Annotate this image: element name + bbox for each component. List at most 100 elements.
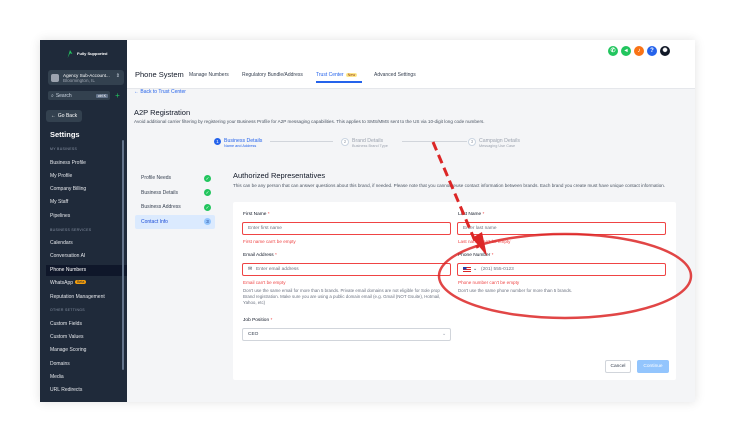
logo-text: Fully Supported [77,50,108,56]
first-name-label: First Name * [243,212,270,217]
first-name-error: First name can't be empty [243,239,296,244]
substep-label: Business Details [141,189,178,196]
chevron-down-icon[interactable]: ⌄ [473,267,477,272]
phone-icon[interactable]: ✆ [608,46,618,56]
back-to-trust-center-link[interactable]: ← Back to Trust Center [134,89,186,95]
last-name-label: Last Name * [458,212,485,217]
check-icon: ✓ [204,174,211,182]
substep-profile-needs[interactable]: Profile Needs ✓ [135,171,215,186]
step-subtitle: Messaging Use Case [479,144,516,148]
first-name-input[interactable]: Enter first name [242,222,451,235]
continue-button[interactable]: Continue [637,360,669,373]
sidebar-item-business-profile[interactable]: Business Profile [50,160,86,166]
substep-list: Profile Needs ✓ Business Details ✓ Busin… [135,171,215,229]
tab-trust-center[interactable]: Trust Center New [316,72,358,78]
sidebar-item-pipelines[interactable]: Pipelines [50,213,70,219]
phone-field[interactable]: ⌄ (201) 555-0123 [457,263,666,276]
stepper-step-3[interactable]: 3 Campaign Details Messaging Use Case [468,138,520,148]
email-error: Email can't be empty [243,280,286,285]
sidebar-item-conversation-ai[interactable]: Conversation AI [50,253,85,259]
sidebar-item-media[interactable]: Media [50,374,64,380]
nav-section-business-services: BUSINESS SERVICES [50,228,92,232]
sidebar-item-domains[interactable]: Domains [50,361,70,367]
back-link-label: Back to Trust Center [140,89,186,95]
sidebar-item-my-staff[interactable]: My Staff [50,199,68,205]
subnav-tabs: Phone System Manage Numbers Regulatory B… [127,70,695,89]
top-header: ✆ ◂ ♪ ? ✺ [127,40,695,71]
chevron-down-icon: ⌄ [441,332,446,337]
email-label: Email Address * [243,253,277,258]
substep-contact-info[interactable]: Contact Info 3 [135,214,215,229]
sidebar-item-phone-numbers[interactable]: Phone Numbers [50,267,86,273]
substep-label: Profile Needs [141,175,172,182]
search-shortcut: ctrl K [95,93,108,98]
beta-badge: Beta [75,280,87,284]
sidebar-item-whatsapp[interactable]: WhatsApp Beta [50,280,87,286]
sidebar-item-reputation-management[interactable]: Reputation Management [50,294,105,300]
form-title: Authorized Representatives [233,171,326,180]
account-location: Bloomington, IL [63,77,95,83]
sidebar-item-custom-fields[interactable]: Custom Fields [50,321,82,327]
substep-business-details[interactable]: Business Details ✓ [135,186,215,201]
last-name-error: Last name can't be empty [458,239,511,244]
nav-section-other-settings: OTHER SETTINGS [50,308,85,312]
stepper-line [402,141,467,142]
sidebar-item-company-billing[interactable]: Company Billing [50,186,86,192]
logo-icon [67,50,73,58]
substep-business-address[interactable]: Business Address ✓ [135,200,215,215]
step-number: 3 [468,138,476,146]
account-name: Agency Sub-Account... [63,72,110,78]
go-back-button[interactable]: ← Go Back [46,110,82,122]
email-field[interactable]: ✉ Enter email address [242,263,451,276]
stepper-step-1[interactable]: 1 Business Details Name and Address [214,138,262,148]
chevron-updown-icon: ⇕ [115,73,120,79]
phone-placeholder: (201) 555-0123 [481,267,514,272]
sidebar-item-custom-values[interactable]: Custom Values [50,334,84,340]
tab-regulatory-bundle[interactable]: Regulatory Bundle/Address [242,72,303,78]
logo: Fully Supported [66,49,107,59]
last-name-input[interactable]: Enter last name [457,222,666,235]
job-position-value: CEO [248,332,259,337]
stepper-step-2[interactable]: 2 Brand Details Business Brand Type [341,138,388,148]
phone-error: Phone number can't be empty [458,280,520,285]
check-icon: ✓ [204,203,211,211]
tab-advanced-settings[interactable]: Advanced Settings [374,72,416,78]
tab-manage-numbers[interactable]: Manage Numbers [189,72,229,78]
search-label: Search [55,92,72,99]
job-position-label: Job Position * [243,318,273,323]
email-placeholder: Enter email address [256,267,299,272]
sidebar-item-manage-scoring[interactable]: Manage Scoring [50,347,86,353]
sidebar-scrollbar[interactable] [122,140,124,370]
search-icon: ⌕ [51,92,54,99]
sidebar-item-url-redirects[interactable]: URL Redirects [50,387,82,393]
check-icon: ✓ [204,189,211,196]
go-back-label: Go Back [57,113,78,119]
sidebar-item-calendars[interactable]: Calendars [50,240,73,246]
help-icon[interactable]: ? [647,46,657,56]
job-position-select[interactable]: CEO ⌄ [242,328,451,341]
bell-icon[interactable]: ♪ [634,46,644,56]
sidebar-item-my-profile[interactable]: My Profile [50,173,72,179]
page-title: A2P Registration [134,108,191,117]
sidebar-search[interactable]: ⌕ Search ctrl K [48,91,110,100]
avatar[interactable]: ✺ [660,46,670,56]
substep-label: Business Address [141,204,181,211]
form-description: This can be any person that can answer q… [233,183,666,188]
new-badge: New [345,73,358,77]
substep-label: Contact Info [141,218,168,225]
arrow-left-icon: ← [50,113,56,119]
cancel-button[interactable]: Cancel [605,360,631,373]
settings-title: Settings [50,130,80,139]
mail-icon: ✉ [248,267,253,272]
add-icon[interactable]: + [113,91,122,100]
sidebar-item-label: WhatsApp [50,280,74,286]
sidebar: Fully Supported Agency Sub-Account... Bl… [40,40,127,402]
account-switcher[interactable]: Agency Sub-Account... Bloomington, IL ⇕ [48,70,124,85]
megaphone-icon[interactable]: ◂ [621,46,631,56]
step-subtitle: Business Brand Type [352,144,388,148]
section-title: Phone System [135,70,184,79]
phone-label: Phone Number * [458,253,494,258]
email-help-text: Don't use the same email for more than 5… [243,288,441,305]
nav-section-my-business: MY BUSINESS [50,147,78,151]
last-name-placeholder: Enter last name [463,226,497,231]
